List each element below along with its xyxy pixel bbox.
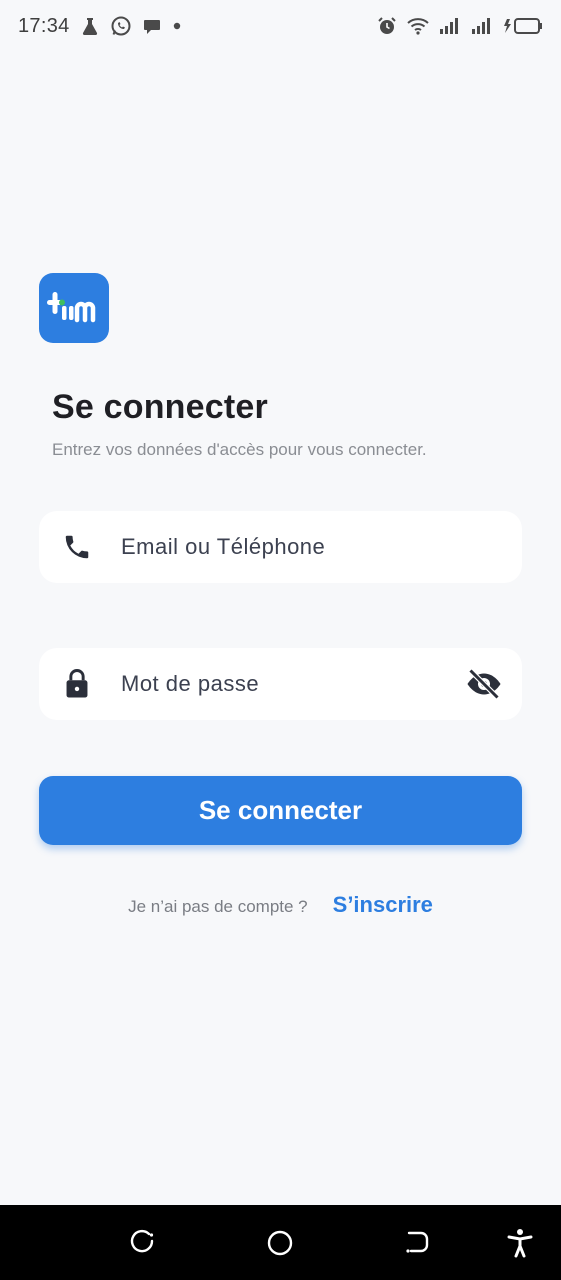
battery-icon bbox=[503, 17, 543, 35]
status-right bbox=[377, 16, 543, 36]
navigation-bar bbox=[0, 1205, 561, 1280]
back-icon[interactable] bbox=[401, 1227, 433, 1259]
accessibility-icon[interactable] bbox=[504, 1227, 536, 1259]
status-time: 17:34 bbox=[18, 14, 70, 37]
app-logo bbox=[39, 273, 109, 343]
recent-apps-icon[interactable] bbox=[127, 1227, 159, 1259]
signup-link[interactable]: S’inscrire bbox=[333, 892, 433, 918]
page-title: Se connecter bbox=[52, 388, 268, 426]
password-field-container[interactable] bbox=[39, 648, 522, 720]
status-left: 17:34 bbox=[18, 15, 182, 38]
chat-bubble-icon bbox=[142, 16, 162, 36]
whatsapp-icon bbox=[110, 15, 132, 37]
signup-row: Je n’ai pas de compte ? S’inscrire bbox=[0, 892, 561, 918]
email-input[interactable] bbox=[121, 534, 522, 560]
page-subtitle: Entrez vos données d'accès pour vous con… bbox=[52, 440, 427, 459]
wifi-icon bbox=[407, 17, 429, 35]
login-button[interactable]: Se connecter bbox=[39, 776, 522, 845]
signup-prompt: Je n’ai pas de compte ? bbox=[128, 897, 308, 916]
lock-icon bbox=[60, 667, 94, 701]
tiim-logo-icon bbox=[47, 292, 96, 323]
signal-icon bbox=[439, 17, 461, 35]
signal-icon bbox=[471, 17, 493, 35]
dot-icon bbox=[172, 21, 182, 31]
flask-icon bbox=[80, 16, 100, 36]
login-screen: 17:34 Se connecter Entrez vos données d'… bbox=[0, 0, 561, 1280]
phone-icon bbox=[60, 530, 94, 564]
password-input[interactable] bbox=[121, 671, 464, 697]
eye-off-icon[interactable] bbox=[464, 664, 504, 704]
status-bar: 17:34 bbox=[0, 0, 561, 52]
alarm-icon bbox=[377, 16, 397, 36]
email-field-container[interactable] bbox=[39, 511, 522, 583]
home-icon[interactable] bbox=[264, 1227, 296, 1259]
